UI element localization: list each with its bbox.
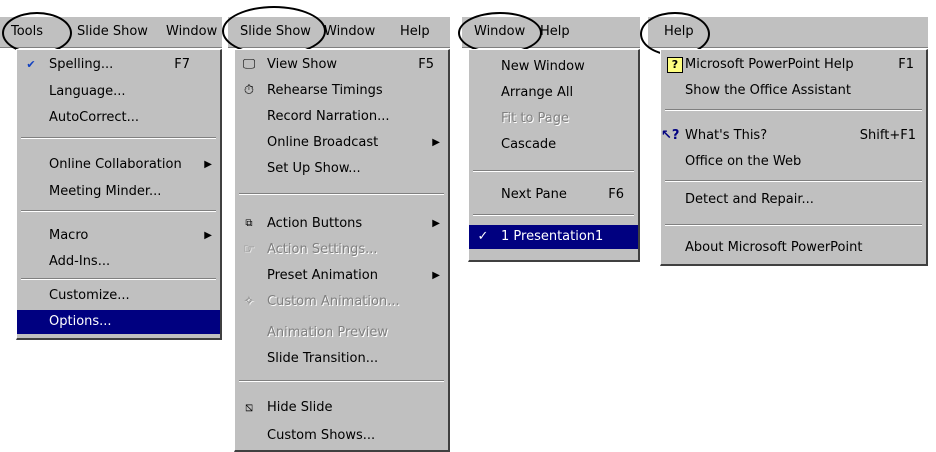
menu-item-custom-animation: ✧ Custom Animation... [235,290,448,314]
menu-item-customize[interactable]: Customize... [17,284,220,308]
menu-item-next-pane[interactable]: Next Pane F6 [469,183,638,207]
menu-item-fit-to-page: Fit to Page [501,111,570,126]
menubar-help[interactable]: Help [664,24,694,39]
menu-item-action-settings: ☞ Action Settings... [235,238,448,262]
view-show-icon: 🖵 [242,57,256,72]
menu-item-slide-transition[interactable]: Slide Transition... [235,347,448,371]
menubar-help[interactable]: Help [540,24,570,39]
spelling-icon: ✔ [26,58,36,71]
menu-item-spelling[interactable]: ✔ Spelling... F7 [17,53,220,77]
menu-item-detect-and-repair[interactable]: Detect and Repair... [661,188,926,212]
menu-item-powerpoint-help[interactable]: ? Microsoft PowerPoint Help F1 [661,53,926,77]
menu-item-hide-slide[interactable]: ⧅ Hide Slide [235,396,448,420]
menu-item-language[interactable]: Language... [17,80,220,104]
submenu-arrow-icon: ▶ [432,137,440,148]
checkmark-icon: ✓ [477,229,489,244]
help-menu-panel: Help ? Microsoft PowerPoint Help F1 Show … [640,0,928,266]
menubar-window[interactable]: Window [474,24,525,39]
menu-item-office-assistant[interactable]: Show the Office Assistant [661,79,926,103]
menu-item-cascade[interactable]: Cascade [469,133,638,157]
menu-item-options[interactable]: Options... [17,310,220,334]
menubar-help[interactable]: Help [400,24,430,39]
menu-item-arrange-all[interactable]: Arrange All [469,81,638,105]
window-dropdown: New Window Arrange All Fit to Page Casca… [468,49,640,262]
menu-item-meeting-minder[interactable]: Meeting Minder... [17,180,220,204]
menu-item-presentation1[interactable]: ✓ 1 Presentation1 [469,225,638,249]
menu-item-whats-this[interactable]: ↖? What's This? Shift+F1 [661,124,926,148]
rehearse-timings-icon: ⏱ [243,83,255,98]
menu-item-action-buttons[interactable]: ⧉ Action Buttons ▶ [235,212,448,236]
menu-item-record-narration[interactable]: Record Narration... [235,105,448,129]
menu-item-online-collaboration[interactable]: Online Collaboration ▶ [17,153,220,177]
submenu-arrow-icon: ▶ [432,270,440,281]
menu-item-online-broadcast[interactable]: Online Broadcast ▶ [235,131,448,155]
help-menubar: Help [648,16,928,48]
menu-item-view-show[interactable]: 🖵 View Show F5 [235,53,448,77]
menubar-slide-show[interactable]: Slide Show [77,24,148,39]
slideshow-dropdown: 🖵 View Show F5 ⏱ Rehearse Timings Record … [234,49,450,452]
menu-item-animation-preview: Animation Preview [267,325,389,340]
tools-menubar: Tools Slide Show Window [0,16,222,48]
whats-this-icon: ↖? [661,128,680,143]
menu-item-set-up-show[interactable]: Set Up Show... [235,157,448,181]
menubar-tools[interactable]: Tools [11,24,43,39]
menu-item-rehearse-timings[interactable]: ⏱ Rehearse Timings [235,79,448,103]
menu-item-autocorrect[interactable]: AutoCorrect... [17,106,220,130]
slideshow-menubar: Slide Show Window Help [228,16,450,48]
help-dropdown: ? Microsoft PowerPoint Help F1 Show the O… [660,49,928,266]
menu-item-about-powerpoint[interactable]: About Microsoft PowerPoint [661,236,926,260]
help-icon: ? [667,57,683,73]
action-settings-icon: ☞ [243,242,255,257]
menubar-window[interactable]: Window [166,24,217,39]
tools-menu-panel: Tools Slide Show Window ✔ Spelling... F7 … [0,0,222,340]
custom-animation-icon: ✧ [243,294,255,309]
menu-item-preset-animation[interactable]: Preset Animation ▶ [235,264,448,288]
menu-item-new-window[interactable]: New Window [469,55,638,79]
menubar-slide-show[interactable]: Slide Show [240,24,311,39]
menubar-window[interactable]: Window [324,24,375,39]
tools-dropdown: ✔ Spelling... F7 Language... AutoCorrect.… [16,49,222,340]
action-buttons-icon: ⧉ [245,218,253,229]
menu-item-custom-shows[interactable]: Custom Shows... [235,424,448,448]
submenu-arrow-icon: ▶ [204,230,212,241]
menu-item-macro[interactable]: Macro ▶ [17,224,220,248]
menu-item-office-on-the-web[interactable]: Office on the Web [661,150,926,174]
slideshow-menu-panel: Slide Show Window Help 🖵 View Show F5 ⏱ R… [222,0,450,452]
window-menubar: Window Help [462,16,640,48]
submenu-arrow-icon: ▶ [432,218,440,229]
menu-item-add-ins[interactable]: Add-Ins... [17,250,220,274]
submenu-arrow-icon: ▶ [204,159,212,170]
window-menu-panel: Window Help New Window Arrange All Fit t… [458,0,640,262]
hide-slide-icon: ⧅ [244,400,254,415]
